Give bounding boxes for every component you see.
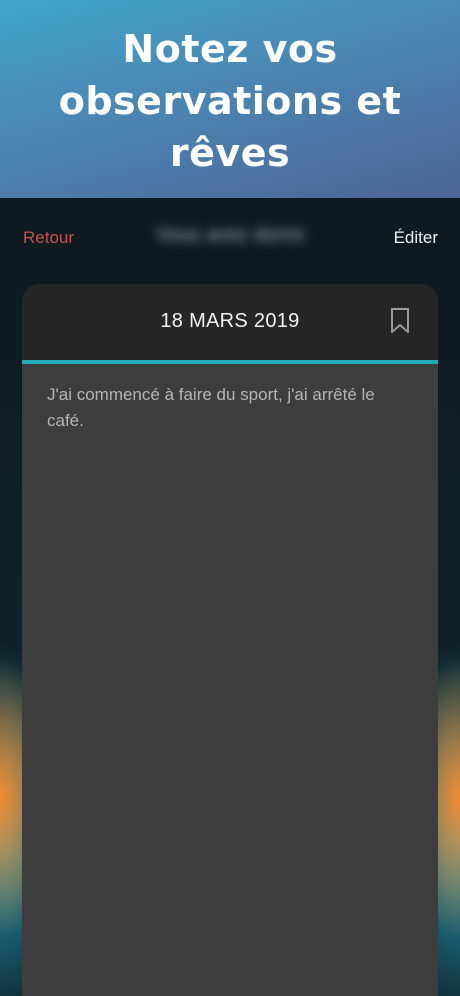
edit-button[interactable]: Éditer (394, 228, 438, 248)
nav-title: Vous avez dormi (156, 224, 304, 246)
promo-title-line-2: observations et rêves (58, 79, 402, 175)
navigation-bar: Retour Vous avez dormi Éditer (0, 198, 460, 280)
app-screen: Retour Vous avez dormi Éditer 18 MARS 20… (0, 198, 460, 996)
journal-entry-card: 18 MARS 2019 J'ai commencé à faire du sp… (22, 284, 438, 996)
bookmark-icon[interactable] (390, 308, 410, 334)
entry-date: 18 MARS 2019 (160, 310, 300, 332)
promo-banner: Notez vos observations et rêves (0, 0, 460, 198)
entry-header: 18 MARS 2019 (22, 284, 438, 364)
promo-title: Notez vos observations et rêves (0, 23, 460, 179)
promo-title-line-1: Notez vos (122, 27, 338, 71)
back-button[interactable]: Retour (23, 228, 74, 248)
entry-text[interactable]: J'ai commencé à faire du sport, j'ai arr… (22, 364, 438, 452)
